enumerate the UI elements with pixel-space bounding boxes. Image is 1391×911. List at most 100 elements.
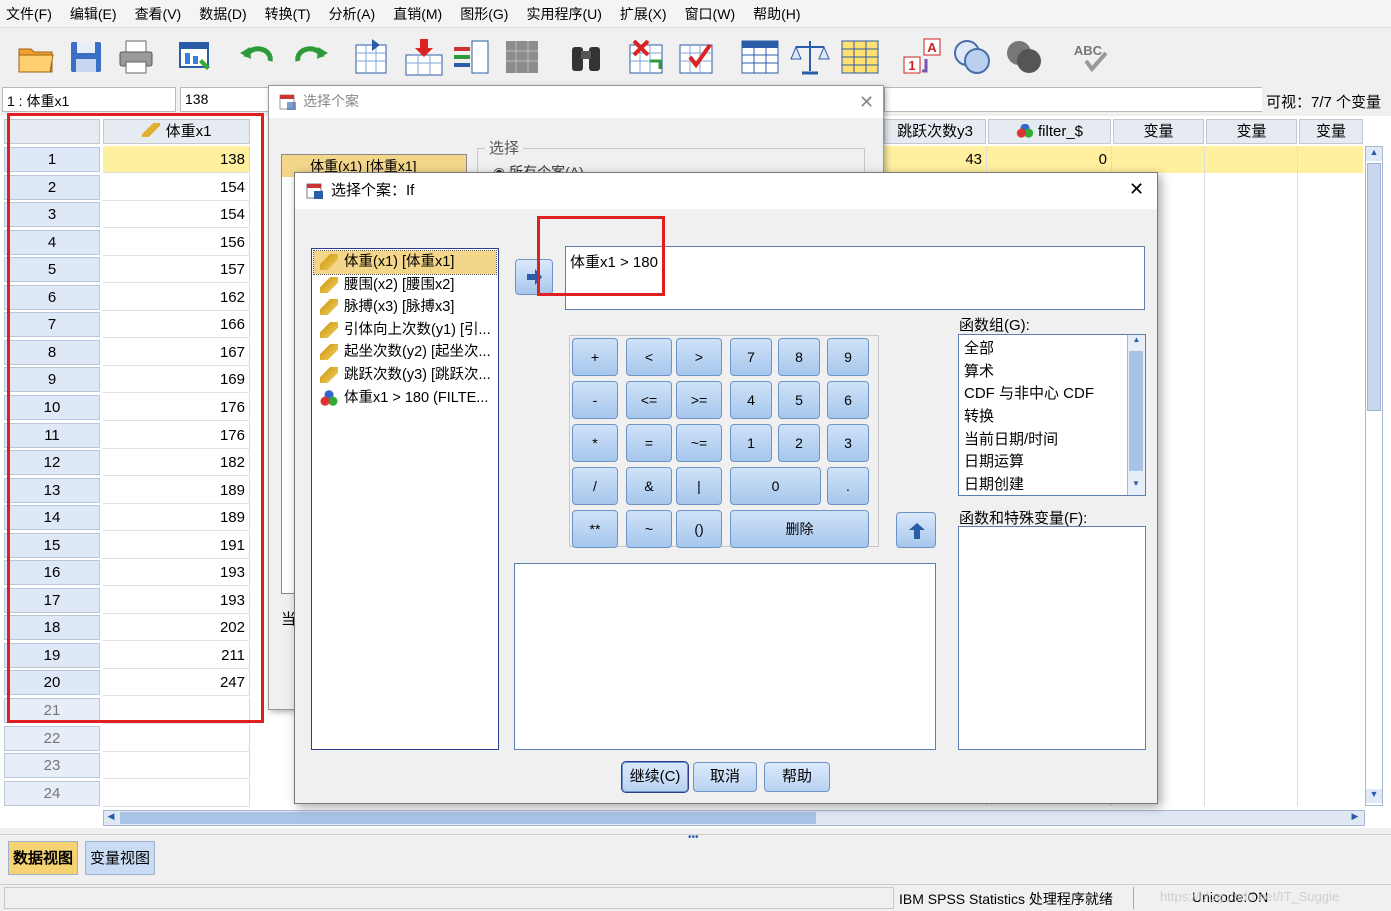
row-header[interactable]: 2 — [4, 174, 100, 200]
keypad-op-button[interactable]: + — [572, 338, 618, 376]
keypad-op-button[interactable]: ** — [572, 510, 618, 548]
keypad-op-button[interactable]: <= — [626, 381, 672, 419]
variable-list-item[interactable]: 脉搏(x3) [脉搏x3] — [314, 296, 496, 319]
variable-list-item[interactable]: 体重(x1) [体重x1] — [313, 250, 497, 275]
row-header[interactable]: 18 — [4, 615, 100, 641]
weight-cases-icon[interactable] — [790, 37, 830, 77]
row-header[interactable]: 17 — [4, 587, 100, 613]
row-header[interactable]: 5 — [4, 257, 100, 283]
row-header[interactable]: 11 — [4, 422, 100, 448]
expression-textarea[interactable]: 体重x1 > 180 — [565, 246, 1145, 310]
open-folder-icon[interactable] — [16, 37, 56, 77]
keypad-delete-button[interactable]: 删除 — [730, 510, 869, 548]
cell-weight[interactable]: 169 — [103, 366, 250, 394]
menu-item-1[interactable]: 编辑(E) — [64, 4, 129, 24]
keypad-digit-button[interactable]: 8 — [778, 338, 820, 376]
splitter-grip-icon[interactable]: ••• — [688, 832, 699, 843]
find-icon[interactable] — [566, 37, 606, 77]
cell-weight[interactable]: 193 — [103, 559, 250, 587]
keypad-op-button[interactable]: = — [626, 424, 672, 462]
undo-icon[interactable] — [238, 37, 278, 77]
print-icon[interactable] — [116, 37, 156, 77]
insert-cases-icon[interactable] — [626, 37, 666, 77]
function-group-scroll-thumb[interactable] — [1129, 351, 1143, 471]
row-header[interactable]: 20 — [4, 670, 100, 696]
cell-weight[interactable]: 189 — [103, 504, 250, 532]
column-header-0[interactable]: 跳跃次数y3 — [884, 119, 986, 144]
function-group-item[interactable]: 转换 — [960, 406, 1126, 429]
row-header[interactable]: 24 — [4, 780, 100, 806]
keypad-op-button[interactable]: >= — [676, 381, 722, 419]
cell-weight[interactable] — [103, 779, 250, 807]
menu-item-0[interactable]: 文件(F) — [0, 4, 64, 24]
cell-row1-filter[interactable]: 0 — [988, 146, 1111, 173]
vertical-scroll-thumb[interactable] — [1367, 163, 1381, 411]
keypad-op-button[interactable]: < — [626, 338, 672, 376]
keypad-op-button[interactable]: - — [572, 381, 618, 419]
move-variable-button[interactable] — [515, 259, 553, 295]
row-header[interactable]: 15 — [4, 532, 100, 558]
horizontal-scrollbar[interactable]: ◀ ▶ — [103, 810, 1365, 826]
function-group-item[interactable]: CDF 与非中心 CDF — [960, 383, 1126, 406]
row-header[interactable]: 23 — [4, 753, 100, 779]
function-group-scrollbar[interactable]: ▲ ▼ — [1127, 335, 1145, 495]
row-header[interactable]: 8 — [4, 339, 100, 365]
keypad-op-button[interactable]: | — [676, 467, 722, 505]
column-header-1[interactable]: filter_$ — [988, 119, 1111, 144]
keypad-digit-button[interactable]: 4 — [730, 381, 772, 419]
vertical-scrollbar[interactable]: ▲ ▼ — [1365, 146, 1383, 806]
cell-weight[interactable]: 247 — [103, 669, 250, 697]
recall-dialog-icon[interactable] — [176, 37, 216, 77]
row-header[interactable]: 3 — [4, 202, 100, 228]
keypad-op-button[interactable]: ~ — [626, 510, 672, 548]
cell-weight[interactable]: 157 — [103, 256, 250, 284]
horizontal-scroll-thumb[interactable] — [120, 812, 816, 824]
row-header[interactable]: 22 — [4, 725, 100, 751]
spell-check-icon[interactable]: ABC — [1070, 37, 1110, 77]
variable-list-item[interactable]: 跳跃次数(y3) [跳跃次... — [314, 364, 496, 387]
row-header[interactable]: 6 — [4, 284, 100, 310]
keypad-op-button[interactable]: > — [676, 338, 722, 376]
row-header[interactable]: 10 — [4, 394, 100, 420]
cell-editor-filler[interactable] — [884, 87, 1262, 112]
variable-list-item[interactable]: 起坐次数(y2) [起坐次... — [314, 341, 496, 364]
cell-row1-y3[interactable]: 43 — [884, 146, 986, 173]
continue-button[interactable]: 继续(C) — [622, 762, 688, 792]
variables-icon[interactable] — [452, 37, 492, 77]
functions-list[interactable] — [958, 526, 1146, 750]
variable-list-item[interactable]: 腰围(x2) [腰围x2] — [314, 274, 496, 297]
keypad-op-button[interactable]: / — [572, 467, 618, 505]
cell-weight[interactable]: 176 — [103, 393, 250, 421]
function-group-item[interactable]: 当前日期/时间 — [960, 429, 1126, 452]
row-header[interactable]: 1 — [4, 147, 100, 172]
function-group-item[interactable]: 日期创建 — [960, 474, 1126, 495]
split-file-icon[interactable] — [740, 37, 780, 77]
cancel-button[interactable]: 取消 — [693, 762, 757, 792]
function-group-list[interactable]: 全部 算术 CDF 与非中心 CDF 转换 当前日期/时间 日期运算 日期创建 ▲ ▼ — [958, 334, 1146, 496]
keypad-digit-button[interactable]: 9 — [827, 338, 869, 376]
goto-case-icon[interactable] — [352, 37, 392, 77]
help-button[interactable]: 帮助 — [764, 762, 830, 792]
value-labels-icon[interactable]: A1 — [902, 37, 942, 77]
cell-weight[interactable]: 162 — [103, 283, 250, 311]
row-header[interactable]: 16 — [4, 560, 100, 586]
row-header[interactable]: 12 — [4, 450, 100, 476]
select-cases-icon[interactable] — [840, 37, 880, 77]
run-descriptive-icon[interactable] — [502, 37, 542, 77]
cell-weight[interactable]: 193 — [103, 586, 250, 614]
menu-item-7[interactable]: 图形(G) — [454, 4, 520, 24]
cell-weight[interactable]: 176 — [103, 421, 250, 449]
save-icon[interactable] — [66, 37, 106, 77]
cell-weight[interactable]: 154 — [103, 173, 250, 201]
cell-weight[interactable] — [103, 752, 250, 780]
column-header-3[interactable]: 变量 — [1206, 119, 1297, 144]
cell-weight[interactable]: 156 — [103, 228, 250, 256]
keypad-digit-button[interactable]: 2 — [778, 424, 820, 462]
column-header-weight[interactable]: 体重x1 — [103, 119, 250, 144]
keypad-dot-button[interactable]: . — [827, 467, 869, 505]
keypad-op-button[interactable]: () — [676, 510, 722, 548]
cell-weight[interactable]: 182 — [103, 449, 250, 477]
row-header[interactable]: 13 — [4, 477, 100, 503]
cell-weight[interactable] — [103, 724, 250, 752]
keypad-op-button[interactable]: ~= — [676, 424, 722, 462]
